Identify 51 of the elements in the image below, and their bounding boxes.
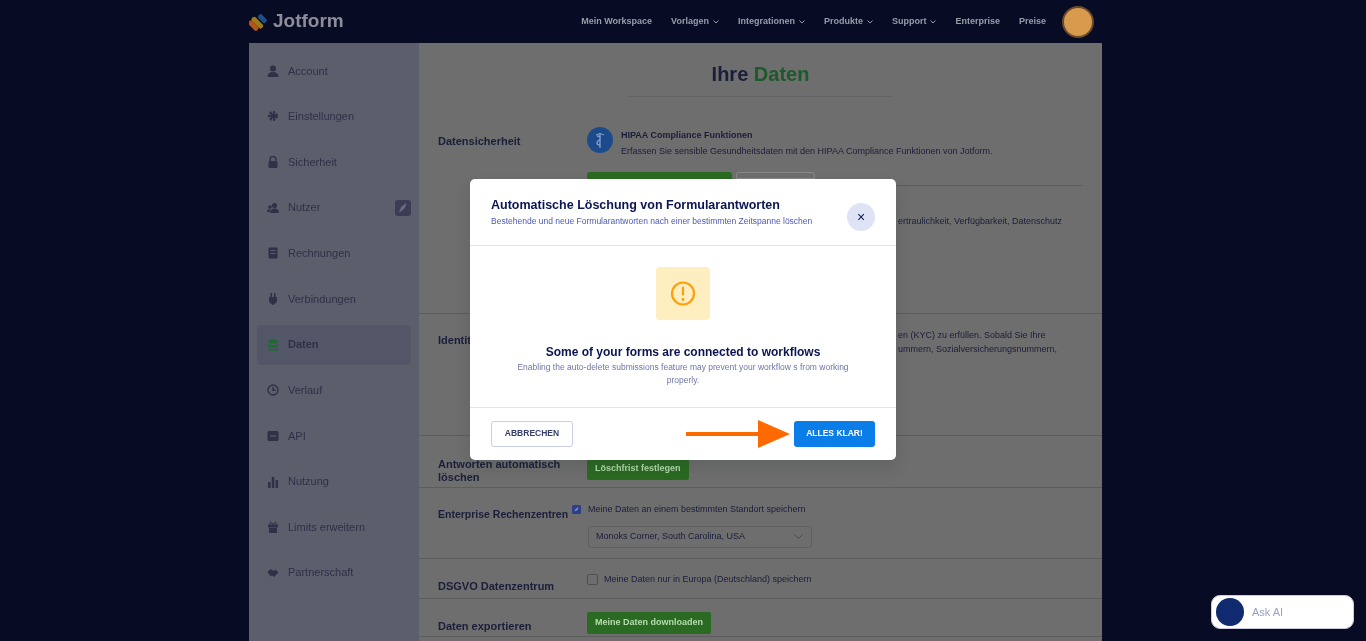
- modal-heading: Some of your forms are connected to workflows: [545, 344, 821, 361]
- location-select[interactable]: Monoks Corner, South Carolina, USA: [588, 525, 812, 548]
- plug-icon: [267, 292, 279, 305]
- logo-text: Jotform: [273, 9, 344, 34]
- nav-link[interactable]: Mein Workspace: [581, 14, 653, 29]
- feature-description: ertraulichkeit, Verfügbarkeit, Datenschutz: [898, 215, 1064, 228]
- section-label: Daten exportieren: [438, 620, 532, 634]
- description-text: en (KYC) zu erfüllen. Sobald Sie Ihre: [898, 329, 1047, 342]
- nav-link[interactable]: Produkte: [823, 14, 873, 29]
- feature-title: HIPAA Compliance Funktionen: [621, 129, 754, 142]
- feature-description: Erfassen Sie sensible Gesundheitsdaten mit den HIPAA Compliance Funktionen von Jotform.: [621, 144, 993, 158]
- nav-link[interactable]: Integrationen: [737, 14, 805, 29]
- nav-link[interactable]: Preise: [1018, 14, 1046, 29]
- warning-icon: [656, 267, 710, 320]
- page-title: Ihre Daten: [710, 62, 811, 87]
- logo-icon: [249, 11, 269, 32]
- description-text: ummern, Sozialversicherungsnummern,: [898, 343, 1059, 356]
- nav-link[interactable]: Support: [891, 14, 937, 29]
- action-button[interactable]: Löschfrist festlegen: [587, 458, 689, 480]
- medical-icon: [587, 127, 613, 153]
- checkbox[interactable]: [587, 574, 598, 586]
- lock-icon: [267, 156, 279, 168]
- modal-message: Enabling the auto-delete submissions feature may prevent your workflow s from working properly.: [516, 361, 850, 387]
- section-label: Identit: [438, 334, 471, 348]
- nav-link[interactable]: Enterprise: [955, 14, 1000, 29]
- close-button[interactable]: ×: [847, 203, 875, 231]
- avatar[interactable]: [1062, 5, 1094, 38]
- option-text: Meine Daten an einem bestimmten Standort speichern: [588, 503, 807, 516]
- clock-icon: [267, 384, 279, 397]
- person-icon: [267, 64, 279, 77]
- api-icon: [267, 429, 279, 442]
- ask-ai-button[interactable]: Ask AI: [1211, 595, 1354, 629]
- cancel-button[interactable]: ABBRECHEN: [491, 420, 573, 447]
- database-icon: [267, 338, 279, 351]
- gift-icon: [267, 521, 279, 534]
- receipt-icon: [267, 247, 279, 260]
- action-button[interactable]: Meine Daten downloaden: [587, 612, 711, 634]
- nav-link[interactable]: Vorlagen: [671, 14, 719, 29]
- section-label: Antworten automatisch löschen: [438, 458, 562, 485]
- section-label: Datensicherheit: [438, 135, 521, 149]
- section-label: Enterprise Rechenzentren: [438, 508, 569, 521]
- modal-subtitle: Bestehende und neue Formularantworten nach einer bestimmten Zeitspanne löschen: [491, 214, 813, 228]
- confirm-button[interactable]: ALLES KLAR!: [794, 420, 875, 447]
- section-label: DSGVO Datenzentrum: [438, 580, 555, 594]
- avatar: [1216, 598, 1244, 626]
- secondary-button[interactable]: [736, 172, 815, 179]
- bar-chart-icon: [267, 475, 279, 488]
- enable-button[interactable]: [587, 172, 732, 179]
- chevron-down-icon: [794, 534, 803, 539]
- people-icon: [267, 201, 279, 214]
- modal-title: Automatische Löschung von Formularantworten: [491, 197, 781, 214]
